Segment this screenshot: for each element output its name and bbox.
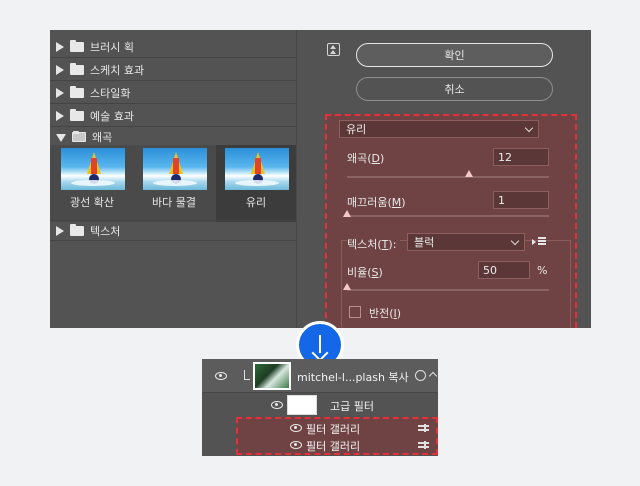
collapse-gallery-icon[interactable] [327,43,340,56]
chevron-down-icon [524,123,534,133]
smoothness-label: 매끄러움(M) [347,196,406,209]
collapse-caret-icon[interactable] [428,371,438,381]
filter-item[interactable]: 필터 갤러리 [238,437,436,454]
texture-select[interactable]: 블럭 [407,233,525,251]
category-label: 텍스처 [90,224,121,238]
filter-thumbnails: 광선 확산 바다 물결 유리 [50,145,297,222]
thumb-label: 바다 물결 [152,196,196,209]
smart-object-icon [415,370,426,381]
thumb-glass[interactable]: 유리 [216,145,296,222]
folder-icon [70,109,84,121]
blending-options-icon[interactable] [418,424,429,432]
filter-gallery-dialog: 브러시 획 스케치 효과 스타일화 예술 효과 왜곡 광선 확산 바다 물결 유… [50,30,591,328]
filter-item[interactable]: 필터 갤러리 [238,420,436,437]
category-label: 왜곡 [92,131,113,144]
distortion-slider-track[interactable] [347,176,549,178]
smart-filters-row[interactable]: 고급 필터 [202,393,438,418]
filter-mask-thumbnail[interactable] [287,395,317,415]
expand-arrow-icon[interactable] [56,65,64,75]
layer-name[interactable]: mitchel-l...plash 복사 [297,369,409,385]
invert-label: 반전(I) [369,307,402,320]
cancel-button[interactable]: 취소 [356,77,553,101]
expand-arrow-icon[interactable] [56,42,64,52]
visibility-eye-icon[interactable] [290,424,302,432]
clip-link-icon [244,370,250,380]
filter-item-label: 필터 갤러리 [306,440,361,453]
thumbnail-image [225,148,289,190]
expand-arrow-icon[interactable] [56,111,64,121]
folder-icon [70,86,84,98]
smoothness-input[interactable]: 1 [493,191,549,209]
visibility-eye-icon[interactable] [215,372,227,380]
thumb-ocean-ripple[interactable]: 바다 물결 [134,145,214,222]
thumb-label: 광선 확산 [70,196,114,209]
texture-menu-icon[interactable] [532,237,546,247]
category-sketch[interactable]: 스케치 효과 [50,60,297,81]
scaling-input[interactable]: 50 [478,261,530,279]
folder-icon [70,63,84,75]
filter-settings-pane: 확인 취소 유리 왜곡(D) 12 매끄러움(M) 1 텍스처(T): 블럭 비… [320,30,591,328]
smoothness-slider-track[interactable] [347,215,549,217]
layers-panel: mitchel-l...plash 복사 고급 필터 필터 갤러리 필터 갤러리 [202,359,438,456]
blending-options-icon[interactable] [418,441,429,449]
invert-checkbox[interactable] [349,306,361,318]
layer-thumbnail [253,362,291,390]
category-label: 스타일화 [90,87,131,100]
visibility-eye-icon[interactable] [290,441,302,449]
category-label: 스케치 효과 [90,64,145,77]
category-label: 예술 효과 [90,110,134,123]
folder-icon [70,40,84,52]
category-stylize[interactable]: 스타일화 [50,83,297,104]
distortion-slider-thumb[interactable] [465,170,473,177]
ok-button[interactable]: 확인 [356,43,553,67]
category-brush-strokes[interactable]: 브러시 획 [50,37,297,58]
thumb-diffuse-glow[interactable]: 광선 확산 [52,145,132,222]
expand-arrow-icon[interactable] [56,225,64,236]
texture-select-value: 블럭 [414,236,435,249]
filter-list-highlight: 필터 갤러리 필터 갤러리 [236,417,438,455]
scaling-label: 비율(S) [347,266,383,279]
texture-label: 텍스처(T): [347,236,401,252]
distortion-label: 왜곡(D) [347,152,385,165]
category-texture[interactable]: 텍스처 [50,220,297,241]
thumb-label: 유리 [245,196,267,209]
folder-icon [70,223,84,236]
smoothness-slider-thumb[interactable] [343,210,351,217]
thumbnail-image [143,148,207,190]
visibility-eye-icon[interactable] [271,401,283,409]
thumbnail-image [61,148,125,190]
scaling-slider-track[interactable] [347,289,549,291]
filter-select[interactable]: 유리 [339,120,539,138]
filter-select-value: 유리 [346,123,367,136]
category-artistic[interactable]: 예술 효과 [50,106,297,127]
open-folder-icon [72,131,86,142]
collapse-arrow-icon[interactable] [56,134,66,142]
smart-filters-label: 고급 필터 [330,400,374,413]
category-label: 브러시 획 [90,41,134,54]
scaling-slider-thumb[interactable] [343,283,351,290]
scaling-unit: % [537,264,548,277]
filter-category-tree: 브러시 획 스케치 효과 스타일화 예술 효과 왜곡 광선 확산 바다 물결 유… [50,30,297,328]
distortion-input[interactable]: 12 [493,148,549,166]
chevron-down-icon [510,236,520,246]
expand-arrow-icon[interactable] [56,88,64,98]
layer-row[interactable]: mitchel-l...plash 복사 [202,359,438,393]
filter-item-label: 필터 갤러리 [306,423,361,436]
filter-settings-highlight: 유리 왜곡(D) 12 매끄러움(M) 1 텍스처(T): 블럭 비율(S) 5… [325,114,577,328]
